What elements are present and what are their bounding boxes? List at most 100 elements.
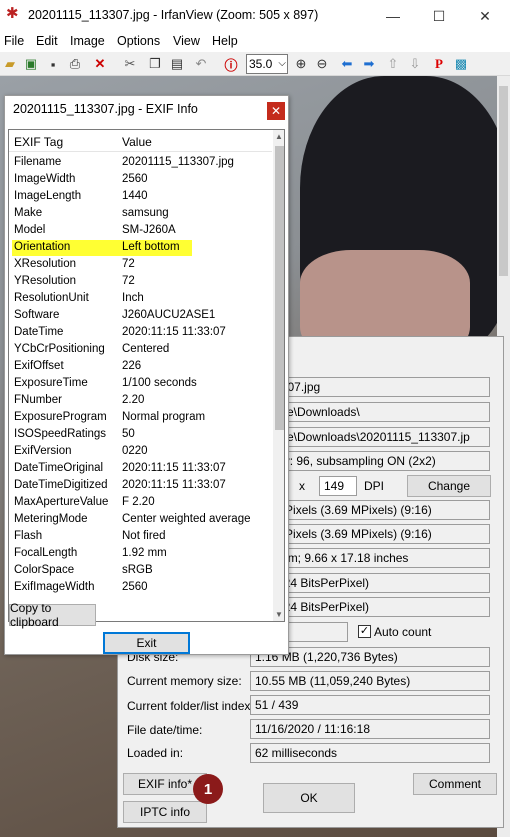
exit-button[interactable]: Exit [103,632,190,654]
menu-file[interactable]: File [4,34,24,48]
exif-row[interactable]: ColorSpace sRGB [9,562,272,579]
copy-to-clipboard-button[interactable]: Copy to clipboard [9,601,96,629]
next-icon[interactable]: ➡ [360,55,378,73]
zoom-out-icon[interactable]: ⊖ [313,55,331,73]
scroll-up-icon[interactable]: ▲ [275,132,283,141]
exif-info-dialog: 20201115_113307.jpg - EXIF Info ✕ EXIF T… [4,95,289,655]
copy-icon[interactable]: ❐ [146,55,164,73]
close-icon: ✕ [270,104,282,118]
open-icon[interactable]: ▰ [1,55,19,73]
dpi-y-input[interactable]: 149 [319,476,357,496]
exif-tag: ResolutionUnit [14,292,89,304]
menu-image[interactable]: Image [70,34,105,48]
loaded-in-label: Loaded in: [127,746,184,760]
exif-value: 2.20 [122,394,145,406]
exif-row[interactable]: Software J260AUCU2ASE1 [9,307,272,324]
exif-value: 1440 [122,190,148,202]
slideshow-icon[interactable]: ▣ [22,55,40,73]
exif-row[interactable]: YResolution 72 [9,273,272,290]
menu-edit[interactable]: Edit [36,34,58,48]
exif-row[interactable]: FocalLength 1.92 mm [9,545,272,562]
exif-row[interactable]: ExposureProgram Normal program [9,409,272,426]
menu-help[interactable]: Help [212,34,238,48]
exif-tag: FNumber [14,394,62,406]
last-icon[interactable]: ⇩ [406,55,424,73]
col-header-value[interactable]: Value [122,135,152,149]
comment-button[interactable]: Comment [413,773,497,795]
step-number-badge: 1 [193,774,223,804]
exif-tag: ExposureProgram [14,411,107,423]
info-icon[interactable]: ⓘ [222,55,240,73]
print-icon[interactable]: ⎙ [66,55,84,73]
exif-row[interactable]: ImageWidth 2560 [9,171,272,188]
exif-row[interactable]: ISOSpeedRatings 50 [9,426,272,443]
exif-value: 1/100 seconds [122,377,197,389]
col-header-tag[interactable]: EXIF Tag [14,135,63,149]
exif-row[interactable]: DateTimeOriginal 2020:11:15 11:33:07 [9,460,272,477]
exif-row[interactable]: DateTime 2020:11:15 11:33:07 [9,324,272,341]
prev-icon[interactable]: ⬅ [338,55,356,73]
cut-icon[interactable]: ✂ [121,55,139,73]
exif-row[interactable]: ResolutionUnit Inch [9,290,272,307]
exif-row[interactable]: Make samsung [9,205,272,222]
exif-row[interactable]: ExposureTime 1/100 seconds [9,375,272,392]
exif-row[interactable]: Flash Not fired [9,528,272,545]
exif-value: 226 [122,360,142,372]
save-icon[interactable]: ▪ [44,55,62,73]
paint-icon[interactable]: P [430,55,448,73]
exif-tag: ISOSpeedRatings [14,428,107,440]
close-button[interactable]: ✕ [462,0,508,32]
exif-value: Left bottom [122,241,180,253]
exif-list[interactable]: EXIF Tag Value Filename 20201115_113307.j… [8,129,285,622]
exif-row[interactable]: FNumber 2.20 [9,392,272,409]
exif-row[interactable]: ExifVersion 0220 [9,443,272,460]
exif-value: Centered [122,343,170,355]
zoom-value: 35.0 [249,57,273,71]
paste-icon[interactable]: ▤ [168,55,186,73]
exif-value: 72 [122,275,135,287]
exif-tag: Model [14,224,46,236]
exif-value: 2020:11:15 11:33:07 [122,462,226,474]
ok-button[interactable]: OK [263,783,355,813]
menu-options[interactable]: Options [117,34,160,48]
exif-row[interactable]: Model SM-J260A [9,222,272,239]
exif-scrollbar[interactable]: ▲ ▼ [273,130,284,621]
scrollbar-thumb[interactable] [499,86,508,276]
iptc-info-button[interactable]: IPTC info [123,801,207,823]
change-label: Change [427,479,471,493]
exif-row[interactable]: MeteringMode Center weighted average [9,511,272,528]
exit-label: Exit [136,636,157,650]
exif-value: 2020:11:15 11:33:07 [122,479,226,491]
zoom-select[interactable]: 35.0 ⌵ [246,54,288,74]
file-date-field: 11/16/2020 / 11:16:18 [250,719,490,739]
exif-row[interactable]: ExifImageWidth 2560 [9,579,272,596]
exif-row[interactable]: XResolution 72 [9,256,272,273]
exif-tag: DateTime [14,326,64,338]
exif-value: Not fired [122,530,166,542]
minimize-button[interactable]: — [370,0,416,32]
zoom-in-icon[interactable]: ⊕ [292,55,310,73]
exif-value: 50 [122,428,135,440]
exif-close-button[interactable]: ✕ [267,102,285,120]
change-button[interactable]: Change [407,475,491,497]
first-icon[interactable]: ⇧ [384,55,402,73]
undo-icon[interactable]: ↶ [192,55,210,73]
exif-row[interactable]: ExifOffset 226 [9,358,272,375]
exif-value: SM-J260A [122,224,176,236]
delete-icon[interactable]: ✕ [91,55,109,73]
exif-tag: FocalLength [14,547,78,559]
scroll-down-icon[interactable]: ▼ [275,610,283,619]
maximize-button[interactable]: ☐ [416,0,462,32]
exif-value: 2560 [122,581,148,593]
menu-view[interactable]: View [173,34,200,48]
exif-row[interactable]: DateTimeDigitized 2020:11:15 11:33:07 [9,477,272,494]
auto-count-checkbox[interactable]: ✓ [358,625,371,638]
exif-row[interactable]: Orientation Left bottom [9,239,272,256]
exif-row[interactable]: YCbCrPositioning Centered [9,341,272,358]
exif-row[interactable]: MaxApertureValue F 2.20 [9,494,272,511]
memory-size-field: 10.55 MB (11,059,240 Bytes) [250,671,490,691]
exif-scrollbar-thumb[interactable] [275,146,284,430]
exif-row[interactable]: Filename 20201115_113307.jpg [9,154,272,171]
exif-row[interactable]: ImageLength 1440 [9,188,272,205]
settings-icon[interactable]: ▩ [452,55,470,73]
